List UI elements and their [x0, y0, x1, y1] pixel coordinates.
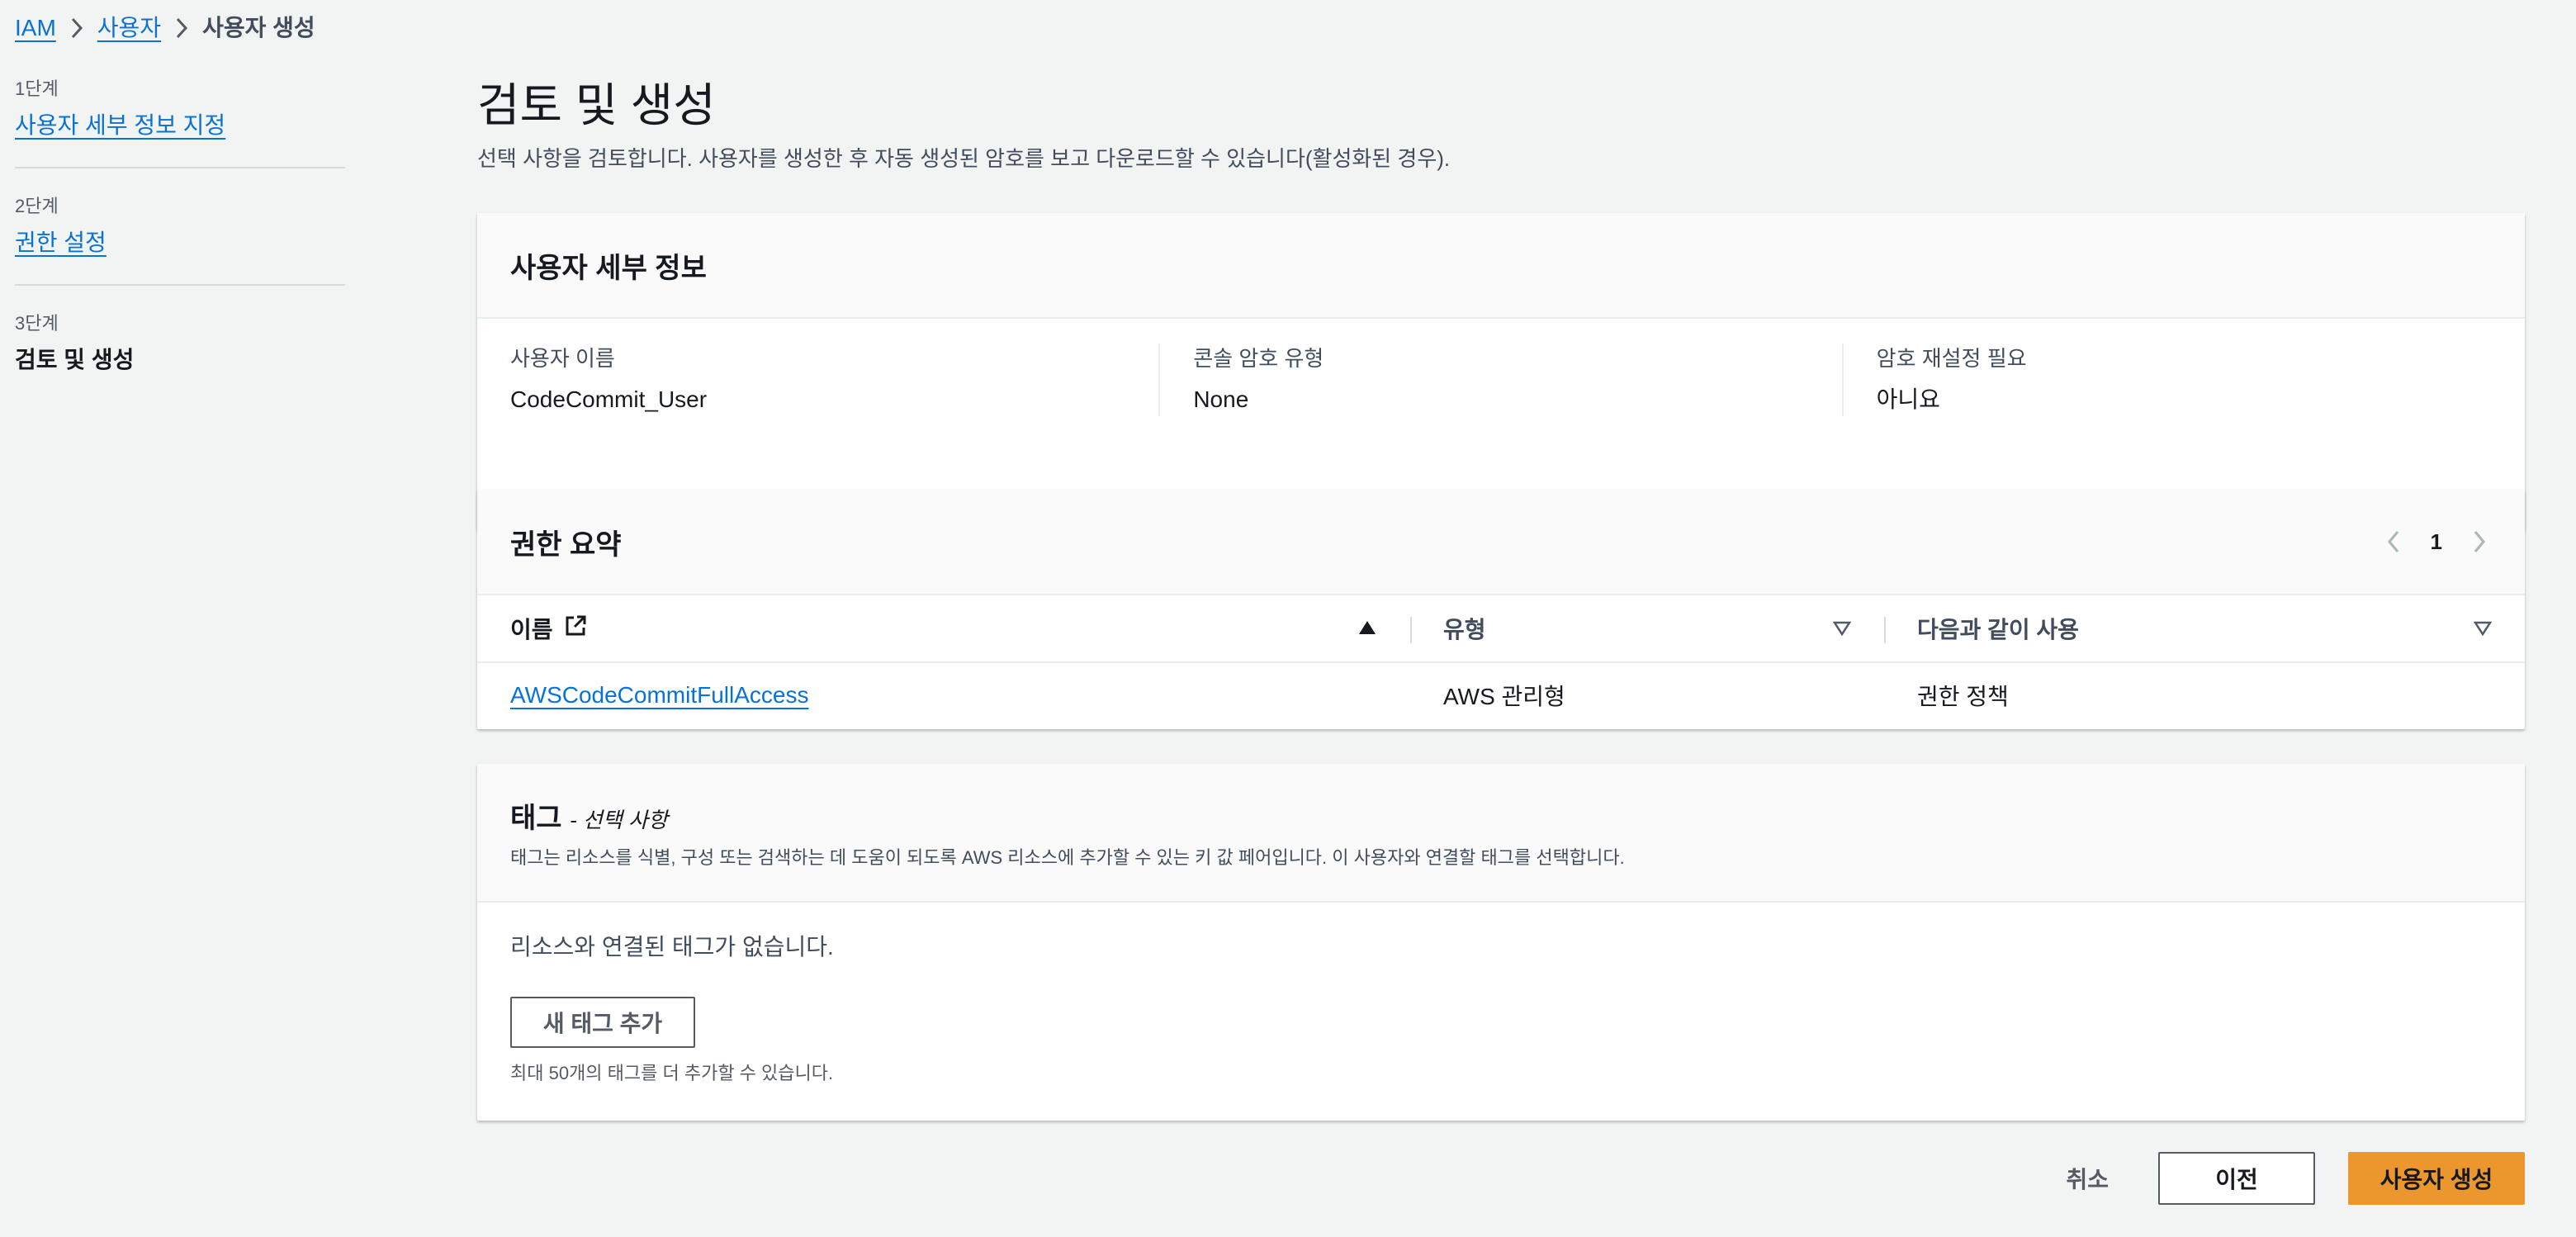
- field-password-reset: 암호 재설정 필요 아니요: [1841, 344, 2525, 416]
- field-username: 사용자 이름 CodeCommit_User: [477, 344, 1158, 416]
- chevron-left-icon[interactable]: [2381, 525, 2406, 558]
- tags-description: 태그는 리소스를 식별, 구성 또는 검색하는 데 도움이 되도록 AWS 리소…: [510, 846, 1625, 868]
- step-link-user-details[interactable]: 사용자 세부 정보 지정: [15, 109, 225, 142]
- tags-empty-message: 리소스와 연결된 태그가 없습니다.: [510, 934, 834, 960]
- card-header: 태그 - 선택 사항 태그는 리소스를 식별, 구성 또는 검색하는 데 도움이…: [477, 764, 2525, 903]
- tags-card: 태그 - 선택 사항 태그는 리소스를 식별, 구성 또는 검색하는 데 도움이…: [477, 764, 2525, 1121]
- column-header-used-as[interactable]: 다음과 같이 사용: [1884, 595, 2525, 661]
- sort-icon[interactable]: [1832, 615, 1852, 642]
- step-number: 3단계: [15, 313, 59, 334]
- cancel-button[interactable]: 취소: [2049, 1152, 2125, 1205]
- column-label: 유형: [1443, 617, 1486, 642]
- wizard-step-3: 3단계 검토 및 생성: [15, 310, 345, 401]
- permissions-summary-card: 권한 요약 1 이름 유형 다음과 같이 사용 AWSCodeCommitFul…: [477, 490, 2525, 729]
- wizard-step-2: 2단계 권한 설정: [15, 193, 345, 286]
- column-label: 이름: [510, 617, 553, 642]
- policy-link[interactable]: AWSCodeCommitFullAccess: [510, 682, 808, 708]
- external-link-icon: [563, 614, 588, 644]
- breadcrumb-iam[interactable]: IAM: [15, 12, 56, 45]
- sort-icon[interactable]: [2473, 615, 2493, 642]
- cell-used-as: 권한 정책: [1917, 684, 2009, 709]
- page-number[interactable]: 1: [2431, 529, 2442, 555]
- field-value: None: [1193, 386, 1249, 412]
- breadcrumb-current: 사용자 생성: [202, 15, 315, 40]
- sort-ascending-icon[interactable]: [1357, 615, 1377, 642]
- breadcrumb-users[interactable]: 사용자: [97, 12, 161, 45]
- pagination: 1: [2381, 525, 2492, 558]
- wizard-actions: 취소 이전 사용자 생성: [2049, 1152, 2525, 1205]
- column-header-name[interactable]: 이름: [477, 595, 1410, 661]
- step-number: 2단계: [15, 196, 59, 216]
- wizard-steps: 1단계 사용자 세부 정보 지정 2단계 권한 설정 3단계 검토 및 생성: [15, 76, 345, 426]
- cell-policy-name: AWSCodeCommitFullAccess: [477, 682, 1410, 709]
- tags-body: 리소스와 연결된 태그가 없습니다. 새 태그 추가 최대 50개의 태그를 더…: [477, 903, 2525, 1114]
- breadcrumb: IAM 사용자 사용자 생성: [15, 12, 315, 45]
- user-details-heading: 사용자 세부 정보: [510, 252, 707, 284]
- field-label: 사용자 이름: [510, 346, 615, 371]
- step-current-review: 검토 및 생성: [15, 347, 135, 372]
- create-user-button[interactable]: 사용자 생성: [2348, 1152, 2525, 1205]
- column-header-type[interactable]: 유형: [1410, 595, 1884, 661]
- tags-heading: 태그 - 선택 사항: [510, 795, 668, 836]
- chevron-right-icon[interactable]: [2467, 525, 2492, 558]
- field-value: CodeCommit_User: [510, 386, 708, 412]
- tags-limit-text: 최대 50개의 태그를 더 추가할 수 있습니다.: [510, 1063, 834, 1083]
- field-value: 아니요: [1876, 386, 1940, 412]
- cell-policy-type: AWS 관리형: [1443, 684, 1565, 709]
- table-row: AWSCodeCommitFullAccess AWS 관리형 권한 정책: [477, 663, 2525, 728]
- user-details-fields: 사용자 이름 CodeCommit_User 콘솔 암호 유형 None 암호 …: [477, 319, 2525, 441]
- table-header: 이름 유형 다음과 같이 사용: [477, 595, 2525, 663]
- field-console-password-type: 콘솔 암호 유형 None: [1158, 344, 1841, 416]
- chevron-right-icon: [56, 16, 97, 40]
- previous-button[interactable]: 이전: [2158, 1152, 2315, 1205]
- main-content: 검토 및 생성 선택 사항을 검토합니다. 사용자를 생성한 후 자동 생성된 …: [477, 76, 2525, 1205]
- field-label: 암호 재설정 필요: [1876, 346, 2027, 371]
- user-details-card: 사용자 세부 정보 사용자 이름 CodeCommit_User 콘솔 암호 유…: [477, 213, 2525, 530]
- column-label: 다음과 같이 사용: [1917, 617, 2079, 642]
- wizard-step-1: 1단계 사용자 세부 정보 지정: [15, 76, 345, 168]
- tags-title: 태그: [510, 802, 562, 834]
- card-header: 사용자 세부 정보: [477, 213, 2525, 319]
- permissions-heading: 권한 요약: [510, 528, 622, 561]
- field-label: 콘솔 암호 유형: [1193, 346, 1324, 371]
- step-link-permissions[interactable]: 권한 설정: [15, 226, 107, 259]
- page-title: 검토 및 생성: [477, 79, 716, 131]
- add-tag-button[interactable]: 새 태그 추가: [510, 997, 695, 1048]
- optional-label: - 선택 사항: [570, 807, 668, 832]
- card-header: 권한 요약 1: [477, 490, 2525, 595]
- page-description: 선택 사항을 검토합니다. 사용자를 생성한 후 자동 생성된 암호를 보고 다…: [477, 146, 1451, 171]
- chevron-right-icon: [161, 16, 202, 40]
- step-number: 1단계: [15, 78, 59, 99]
